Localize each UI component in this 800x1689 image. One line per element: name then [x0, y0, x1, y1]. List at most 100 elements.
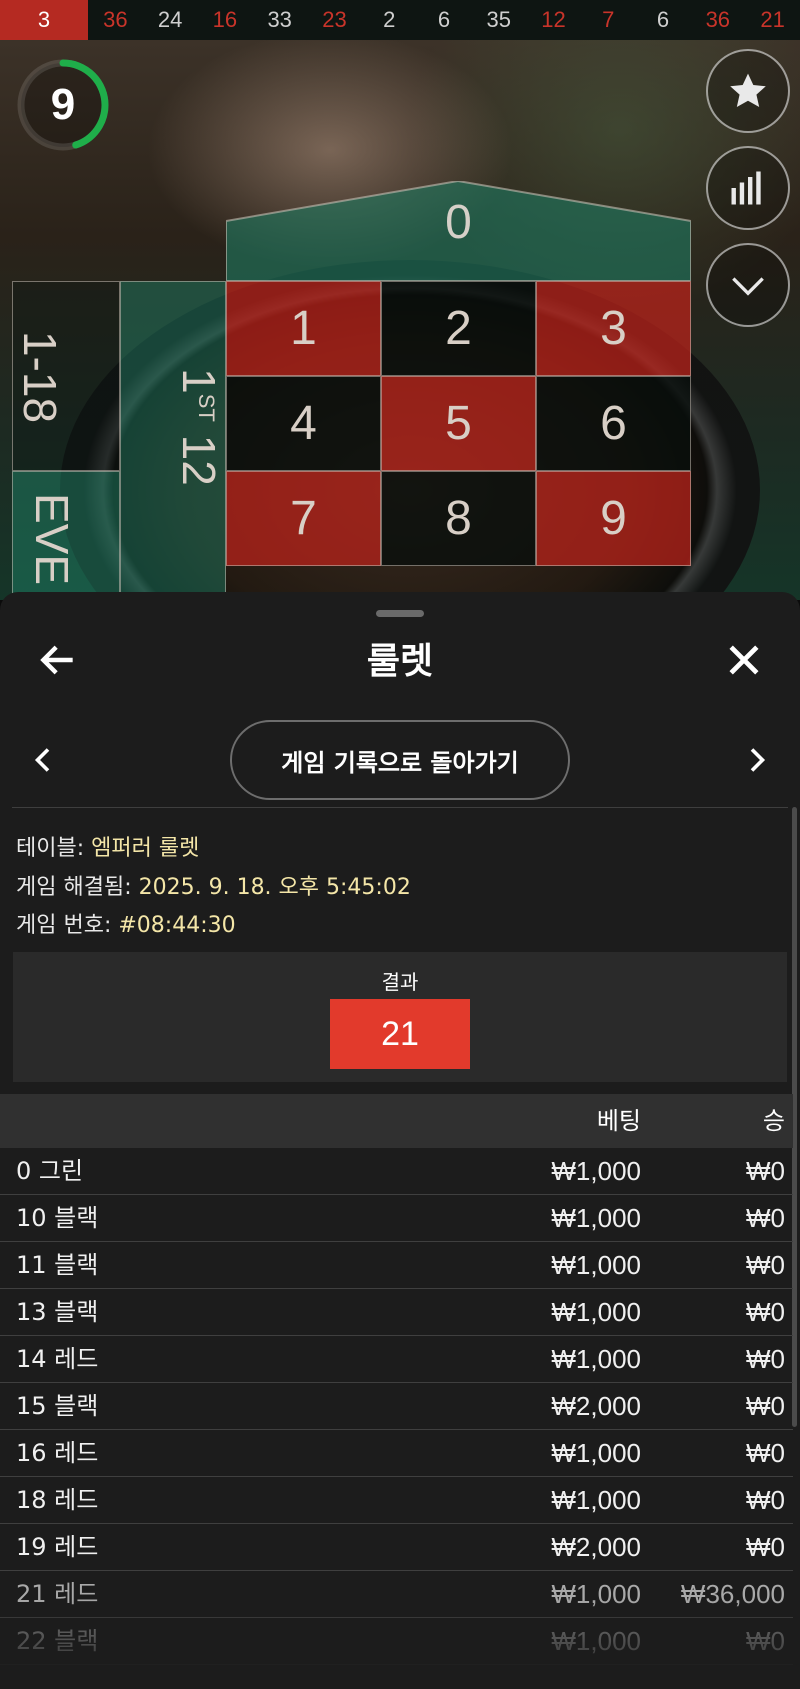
- countdown-timer-value: 9: [50, 80, 76, 129]
- game-number-value: #08:44:30: [118, 913, 236, 938]
- bet-number-cell[interactable]: 2: [381, 281, 536, 376]
- bet-1-18-label: 1-18: [14, 330, 67, 424]
- bet-row: 13 블랙 ₩1,000 ₩0: [0, 1289, 793, 1336]
- win-amount: ₩0: [746, 1203, 785, 1233]
- history-number: 7: [602, 7, 615, 32]
- history-number: 21: [760, 7, 785, 32]
- win-amount: ₩0: [746, 1344, 785, 1374]
- history-number: 6: [656, 7, 670, 32]
- bet-row: 0 그린 ₩1,000 ₩0: [0, 1148, 793, 1195]
- win-amount: ₩0: [746, 1532, 785, 1562]
- bet-row: 10 블랙 ₩1,000 ₩0: [0, 1195, 793, 1242]
- bet-name: 19 레드: [16, 1533, 99, 1561]
- result-panel: 결과 21: [13, 952, 787, 1082]
- win-amount: ₩0: [746, 1250, 785, 1280]
- bet-amount: ₩1,000: [551, 1344, 641, 1374]
- bet-number-cell[interactable]: 7: [226, 471, 381, 566]
- bet-number-cell[interactable]: 1: [226, 281, 381, 376]
- history-number: 16: [212, 7, 238, 32]
- history-number: 23: [322, 7, 347, 32]
- sheet-title: 룰렛: [366, 641, 434, 682]
- bet-row: 14 레드 ₩1,000 ₩0: [0, 1336, 793, 1383]
- scroll-fade: [0, 1599, 800, 1689]
- history-number: 33: [267, 7, 292, 32]
- history-number: 3: [0, 0, 88, 40]
- win-column-header: 승: [762, 1107, 785, 1135]
- history-number: 36: [705, 7, 731, 32]
- game-number-label: 게임 번호:: [16, 913, 112, 938]
- history-number: 36: [103, 7, 128, 32]
- win-amount: ₩0: [746, 1297, 785, 1327]
- bet-amount: ₩1,000: [551, 1203, 641, 1233]
- zero-label: 0: [445, 196, 472, 249]
- bet-amount: ₩1,000: [551, 1297, 641, 1327]
- win-amount: ₩0: [746, 1156, 785, 1186]
- bet-amount: ₩2,000: [551, 1391, 641, 1421]
- bet-amount: ₩1,000: [551, 1485, 641, 1515]
- result-history-strip: 3 36 24 16 33 23 2 6 35 12 7 6 36 21: [0, 0, 800, 40]
- bet-name: 18 레드: [16, 1486, 99, 1514]
- bets-table-header: 베팅 승: [0, 1094, 793, 1148]
- bet-row: 15 블랙 ₩2,000 ₩0: [0, 1383, 793, 1430]
- bet-amount: ₩1,000: [551, 1250, 641, 1280]
- bet-name: 10 블랙: [16, 1204, 99, 1232]
- bet-amount: ₩2,000: [551, 1532, 641, 1562]
- game-number-info: 게임 번호: #08:44:30: [16, 907, 236, 939]
- next-round-chevron-icon[interactable]: [744, 742, 772, 778]
- close-icon[interactable]: [722, 638, 766, 682]
- bet-amount: ₩1,000: [551, 1438, 641, 1468]
- bet-name: 15 블랙: [16, 1392, 99, 1420]
- bet-column-header: 베팅: [596, 1107, 641, 1135]
- previous-round-chevron-icon[interactable]: [28, 742, 56, 778]
- bet-1st-12-label: 1ST 12: [172, 368, 226, 486]
- bet-name: 11 블랙: [16, 1251, 99, 1279]
- table-value: 엠퍼러 룰렛: [91, 836, 200, 861]
- win-amount: ₩0: [746, 1391, 785, 1421]
- resolved-label: 게임 해결됨:: [16, 875, 132, 900]
- bet-name: 13 블랙: [16, 1298, 99, 1326]
- bet-number-cell[interactable]: 5: [381, 376, 536, 471]
- bet-number-cell[interactable]: 9: [536, 471, 691, 566]
- bets-table: 베팅 승 0 그린 ₩1,000 ₩0 10 블랙 ₩1,000 ₩0 11 블랙 ₩1,00…: [0, 1094, 793, 1665]
- bet-row: 16 레드 ₩1,000 ₩0: [0, 1430, 793, 1477]
- bet-row: 11 블랙 ₩1,000 ₩0: [0, 1242, 793, 1289]
- win-amount: ₩0: [746, 1438, 785, 1468]
- bet-number-cell[interactable]: 6: [536, 376, 691, 471]
- bet-name: 16 레드: [16, 1439, 99, 1467]
- win-amount: ₩0: [746, 1485, 785, 1515]
- dozen-number: 1: [172, 368, 225, 394]
- dozen-suffix: ST: [194, 393, 220, 422]
- drag-handle[interactable]: [376, 610, 424, 617]
- resolved-info: 게임 해결됨: 2025. 9. 18. 오후 5:45:02: [16, 869, 411, 901]
- return-to-history-button[interactable]: 게임 기록으로 돌아가기: [230, 720, 570, 800]
- bet-even-label: EVE: [26, 492, 79, 586]
- bet-name: 0 그린: [16, 1157, 84, 1185]
- number-grid: 123 456 789: [226, 281, 691, 566]
- statistics-button[interactable]: [706, 146, 790, 230]
- star-icon: [730, 73, 766, 107]
- resolved-value: 2025. 9. 18. 오후 5:45:02: [138, 875, 411, 900]
- bet-row: 18 레드 ₩1,000 ₩0: [0, 1477, 793, 1524]
- dozen-count: 12: [172, 434, 225, 486]
- bet-row: 19 레드 ₩2,000 ₩0: [0, 1524, 793, 1571]
- bet-number-cell[interactable]: 4: [226, 376, 381, 471]
- chevron-down-icon: [732, 277, 764, 296]
- bet-name: 14 레드: [16, 1345, 99, 1373]
- collapse-button[interactable]: [706, 243, 790, 327]
- history-number: 24: [157, 7, 183, 32]
- history-number: 35: [486, 7, 511, 32]
- favorite-button[interactable]: [706, 49, 790, 133]
- game-history-sheet: 룰렛 게임 기록으로 돌아가기 테이블: 엠퍼러 룰렛 게임 해결됨: 2025…: [0, 592, 800, 1689]
- table-label: 테이블:: [16, 836, 85, 861]
- bet-amount: ₩1,000: [551, 1156, 641, 1186]
- result-label: 결과: [381, 970, 419, 994]
- bet-number-cell[interactable]: 8: [381, 471, 536, 566]
- result-number: 21: [330, 999, 470, 1069]
- bet-number-cell[interactable]: 3: [536, 281, 691, 376]
- history-number: 6: [437, 7, 451, 32]
- divider: [12, 807, 788, 808]
- table-info: 테이블: 엠퍼러 룰렛: [16, 830, 199, 862]
- stats-icon: [731, 171, 761, 205]
- history-number: 2: [383, 7, 396, 32]
- history-number: 12: [541, 7, 566, 32]
